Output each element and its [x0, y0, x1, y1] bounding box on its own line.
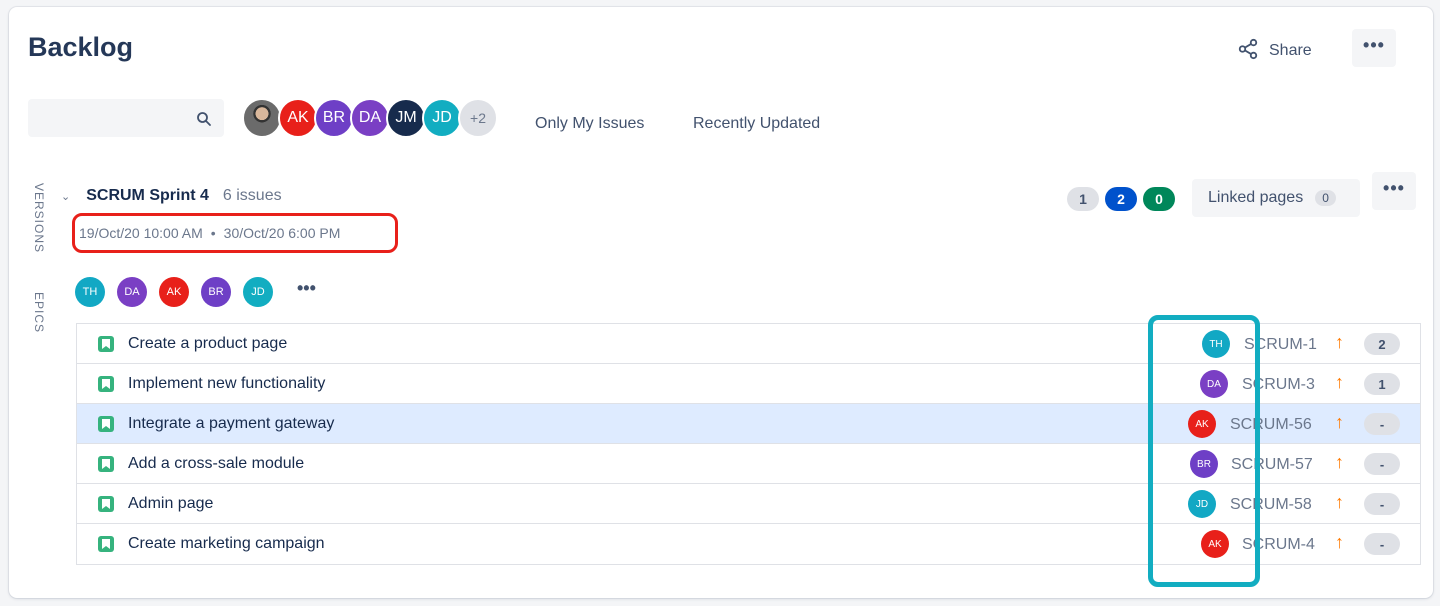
share-button[interactable]: Share	[1237, 35, 1312, 67]
search-icon	[197, 112, 211, 126]
avatar[interactable]: AK	[159, 277, 189, 307]
issue-list: Create a product page TH SCRUM-1 ↑ 2 Implemen…	[76, 323, 1421, 565]
story-icon	[98, 456, 114, 472]
issue-key[interactable]: SCRUM-57	[1231, 456, 1313, 474]
priority-high-icon: ↑	[1335, 332, 1344, 352]
table-row[interactable]: Create a product page TH SCRUM-1 ↑ 2	[77, 324, 1420, 364]
avatar[interactable]: JM	[386, 98, 426, 138]
sprint-start-date: 19/Oct/20 10:00 AM	[79, 225, 203, 241]
assignee-avatar[interactable]: AK	[1188, 410, 1216, 438]
share-icon	[1237, 38, 1259, 65]
avatar[interactable]: AK	[278, 98, 318, 138]
priority-high-icon: ↑	[1335, 532, 1344, 552]
issue-summary: Create a product page	[128, 335, 288, 352]
story-icon	[98, 496, 114, 512]
avatar[interactable]: DA	[350, 98, 390, 138]
story-points-badge: -	[1364, 493, 1400, 515]
issue-summary: Add a cross-sale module	[128, 455, 305, 472]
assignee-avatar[interactable]: AK	[1201, 530, 1229, 558]
page-title: Backlog	[28, 32, 134, 62]
sprint-header: ⌄ SCRUM Sprint 4 6 issues	[61, 187, 282, 205]
page-more-button[interactable]: •••	[1352, 29, 1396, 67]
story-points-badge: -	[1364, 413, 1400, 435]
story-icon	[98, 336, 114, 352]
avatar[interactable]: JD	[243, 277, 273, 307]
backlog-panel: Backlog Share ••• AK BR DA JM JD +2 Only My I…	[9, 7, 1433, 598]
assignee-filter-avatars: AK BR DA JM JD +2	[242, 98, 498, 138]
issue-key[interactable]: SCRUM-1	[1244, 336, 1317, 354]
in-progress-count-badge: 2	[1105, 187, 1137, 211]
story-points-badge: 1	[1364, 373, 1400, 395]
issue-key[interactable]: SCRUM-58	[1230, 496, 1312, 514]
more-icon[interactable]: •••	[297, 278, 316, 299]
sprint-name: SCRUM Sprint 4	[86, 187, 209, 204]
table-row[interactable]: Create marketing campaign AK SCRUM-4 ↑ -	[77, 524, 1420, 564]
more-avatars-button[interactable]: +2	[458, 98, 498, 138]
recently-updated-filter[interactable]: Recently Updated	[693, 115, 820, 133]
date-separator: •	[210, 225, 216, 241]
story-icon	[98, 376, 114, 392]
todo-count-badge: 1	[1067, 187, 1099, 211]
assignee-avatar[interactable]: BR	[1190, 450, 1218, 478]
epics-tab[interactable]: EPICS	[32, 292, 46, 333]
issue-summary: Admin page	[128, 495, 214, 512]
only-my-issues-filter[interactable]: Only My Issues	[535, 115, 644, 133]
sprint-dates: 19/Oct/20 10:00 AM • 30/Oct/20 6:00 PM	[79, 225, 340, 241]
priority-high-icon: ↑	[1335, 492, 1344, 512]
table-row[interactable]: Integrate a payment gateway AK SCRUM-56 ↑ -	[77, 404, 1420, 444]
linked-pages-count: 0	[1315, 190, 1336, 206]
avatar[interactable]: BR	[314, 98, 354, 138]
sprint-more-button[interactable]: •••	[1372, 172, 1416, 210]
story-points-badge: -	[1364, 533, 1400, 555]
sprint-end-date: 30/Oct/20 6:00 PM	[223, 225, 341, 241]
issue-key[interactable]: SCRUM-3	[1242, 376, 1315, 394]
story-points-badge: -	[1364, 453, 1400, 475]
issue-key[interactable]: SCRUM-4	[1242, 536, 1315, 554]
priority-high-icon: ↑	[1335, 452, 1344, 472]
avatar[interactable]	[242, 98, 282, 138]
story-icon	[98, 416, 114, 432]
versions-tab[interactable]: VERSIONS	[32, 183, 46, 253]
avatar[interactable]: JD	[422, 98, 462, 138]
table-row[interactable]: Admin page JD SCRUM-58 ↑ -	[77, 484, 1420, 524]
story-icon	[98, 536, 114, 552]
avatar[interactable]: TH	[75, 277, 105, 307]
sprint-members: TH DA AK BR JD •••	[75, 277, 316, 307]
assignee-avatar[interactable]: JD	[1188, 490, 1216, 518]
done-count-badge: 0	[1143, 187, 1175, 211]
more-icon: •••	[1383, 178, 1405, 198]
more-icon: •••	[1363, 35, 1385, 55]
issue-summary: Create marketing campaign	[128, 535, 325, 552]
search-input[interactable]	[28, 99, 224, 137]
priority-high-icon: ↑	[1335, 412, 1344, 432]
avatar[interactable]: BR	[201, 277, 231, 307]
linked-pages-button[interactable]: Linked pages 0	[1192, 179, 1360, 217]
table-row[interactable]: Add a cross-sale module BR SCRUM-57 ↑ -	[77, 444, 1420, 484]
share-label: Share	[1269, 42, 1312, 59]
chevron-down-icon[interactable]: ⌄	[61, 190, 70, 203]
story-points-badge: 2	[1364, 333, 1400, 355]
sprint-issue-count: 6 issues	[222, 187, 282, 204]
issue-summary: Integrate a payment gateway	[128, 415, 335, 432]
assignee-avatar[interactable]: TH	[1202, 330, 1230, 358]
linked-pages-label: Linked pages	[1208, 189, 1304, 206]
table-row[interactable]: Implement new functionality DA SCRUM-3 ↑ 1	[77, 364, 1420, 404]
priority-high-icon: ↑	[1335, 372, 1344, 392]
avatar[interactable]: DA	[117, 277, 147, 307]
issue-key[interactable]: SCRUM-56	[1230, 416, 1312, 434]
sprint-status-counts: 120	[1067, 187, 1175, 211]
issue-summary: Implement new functionality	[128, 375, 326, 392]
assignee-avatar[interactable]: DA	[1200, 370, 1228, 398]
